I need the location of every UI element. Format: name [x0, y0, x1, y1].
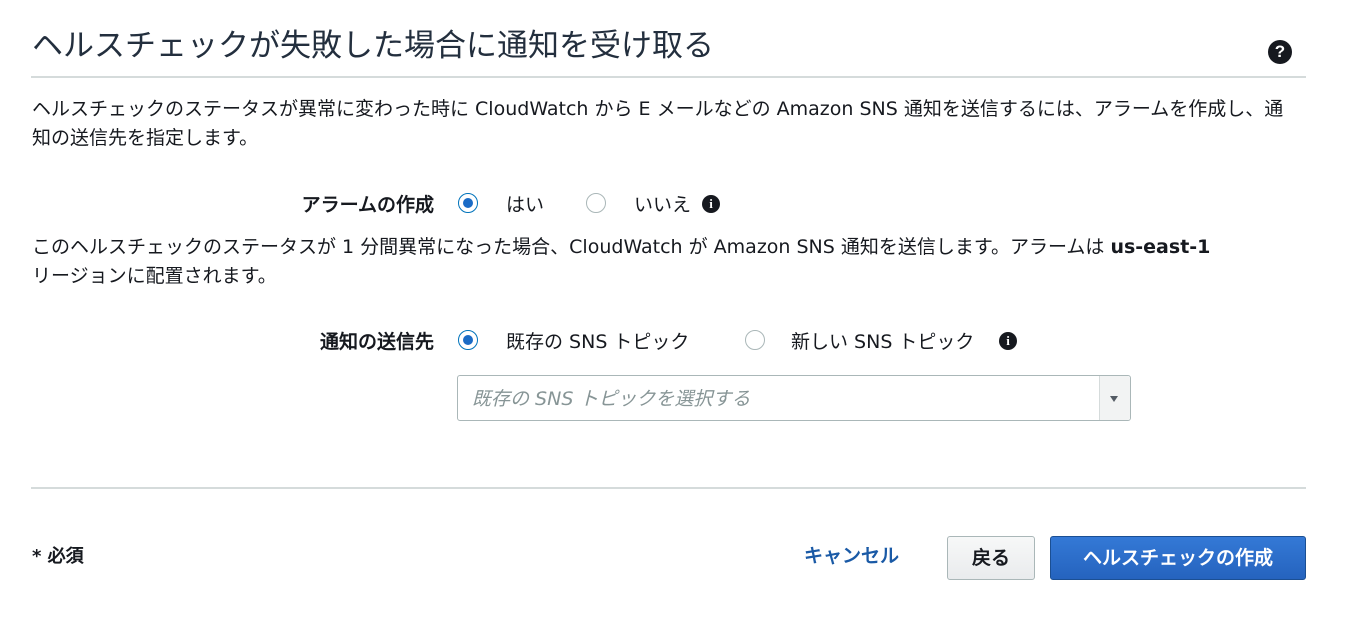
required-note: * 必須	[32, 546, 84, 567]
section-description: ヘルスチェックのステータスが異常に変わった時に CloudWatch から E …	[32, 98, 1284, 149]
new-topic-radio[interactable]	[745, 330, 765, 350]
footer-divider	[31, 487, 1306, 489]
region-name: us-east-1	[1110, 236, 1211, 258]
new-topic-label[interactable]: 新しい SNS トピック	[791, 327, 974, 357]
existing-topic-radio[interactable]	[458, 330, 478, 350]
alarm-description: このヘルスチェックのステータスが 1 分間異常になった場合、CloudWatch…	[32, 233, 1302, 291]
header-divider	[31, 76, 1306, 78]
page-title: ヘルスチェックが失敗した場合に通知を受け取る	[32, 28, 714, 64]
create-health-check-button[interactable]: ヘルスチェックの作成	[1050, 536, 1306, 580]
back-button[interactable]: 戻る	[947, 536, 1035, 580]
destination-field: 通知の送信先 既存の SNS トピック 新しい SNS トピック i	[0, 327, 1348, 357]
alarm-yes-label[interactable]: はい	[506, 190, 544, 220]
alarm-no-radio[interactable]	[586, 193, 606, 213]
existing-topic-label[interactable]: 既存の SNS トピック	[506, 327, 689, 357]
alarm-description-suffix: リージョンに配置されます。	[32, 265, 277, 287]
alarm-field: アラームの作成 はい いいえ i	[0, 190, 1348, 220]
info-circle-icon[interactable]: i	[999, 332, 1017, 350]
question-circle-icon[interactable]: ?	[1268, 40, 1292, 64]
alarm-yes-radio[interactable]	[458, 193, 478, 213]
alarm-field-label: アラームの作成	[301, 194, 434, 216]
cancel-button[interactable]: キャンセル	[804, 541, 899, 571]
select-arrow-box[interactable]	[1099, 376, 1130, 420]
info-circle-icon[interactable]: i	[702, 195, 720, 213]
sns-topic-select[interactable]: 既存の SNS トピックを選択する	[457, 375, 1131, 421]
sns-topic-select-placeholder: 既存の SNS トピックを選択する	[472, 388, 751, 410]
alarm-no-label[interactable]: いいえ	[634, 190, 691, 220]
destination-field-label: 通知の送信先	[319, 331, 434, 353]
chevron-down-icon	[1110, 396, 1118, 402]
alarm-description-text: このヘルスチェックのステータスが 1 分間異常になった場合、CloudWatch…	[32, 236, 1111, 258]
